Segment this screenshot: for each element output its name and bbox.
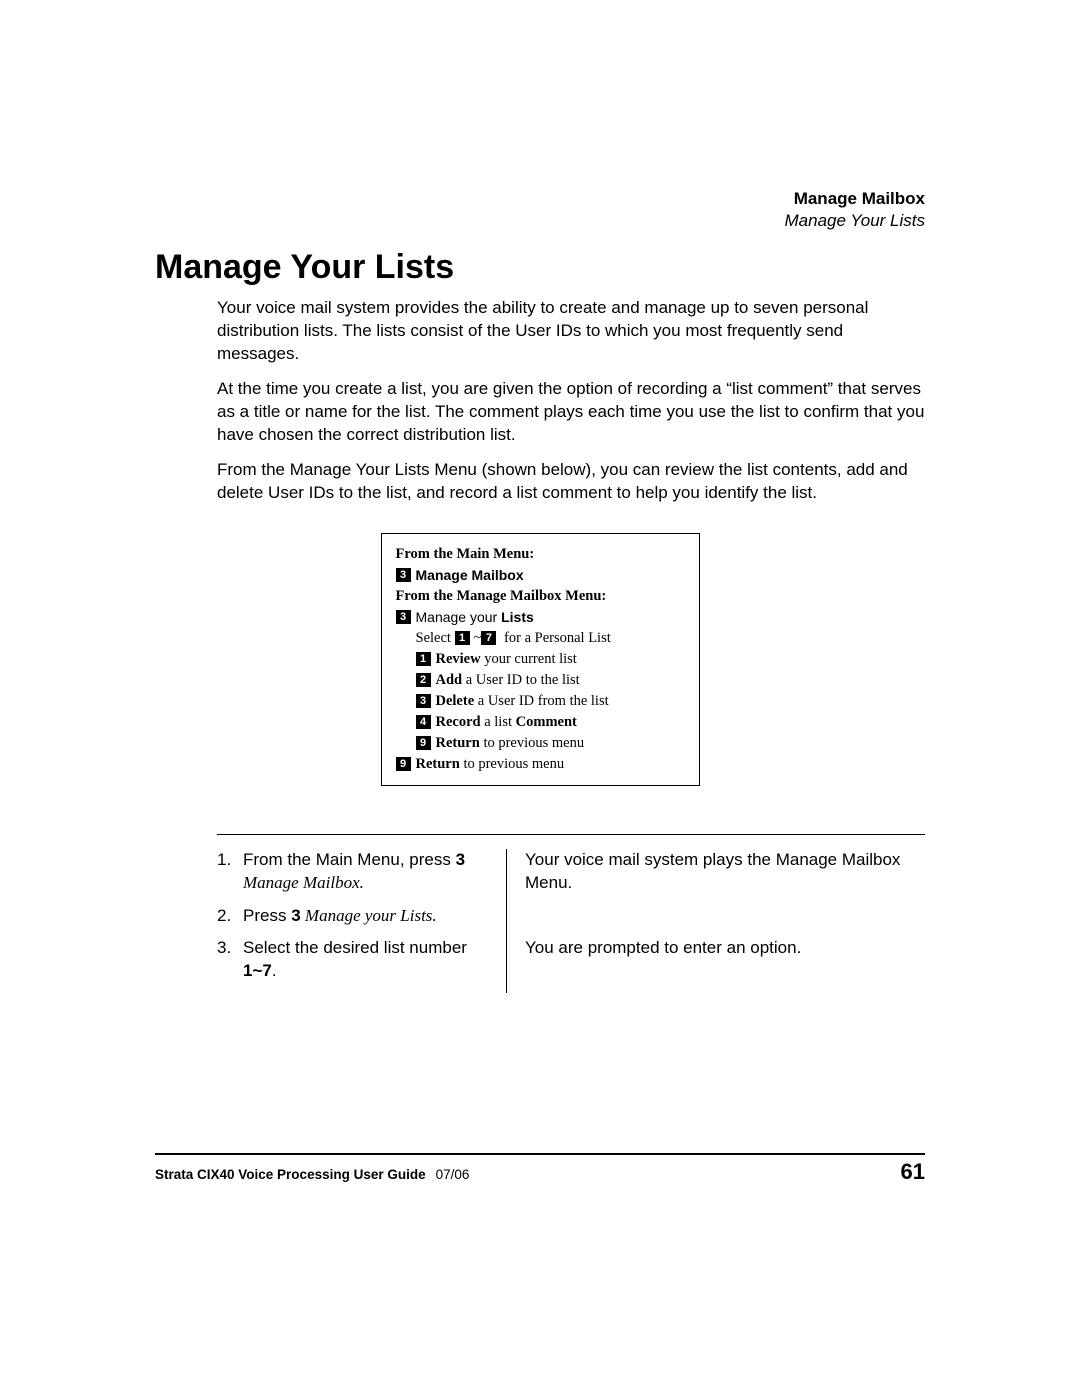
key-icon: 7 <box>481 631 496 645</box>
menu-subitem: 3 Delete a User ID from the list <box>416 691 685 712</box>
step-action: Select the desired list number 1~7. <box>243 937 507 993</box>
key-icon: 1 <box>416 652 431 666</box>
key-icon: 3 <box>396 610 411 624</box>
paragraph: From the Manage Your Lists Menu (shown b… <box>217 459 925 505</box>
footer-guide-title: Strata CIX40 Voice Processing User Guide… <box>155 1167 469 1182</box>
key-icon: 9 <box>396 757 411 771</box>
paragraph: Your voice mail system provides the abil… <box>217 297 925 366</box>
menu-subitem: 1 Review your current list <box>416 649 685 670</box>
key-icon: 3 <box>396 568 411 582</box>
page-header: Manage Mailbox Manage Your Lists <box>785 188 926 232</box>
step-result: You are prompted to enter an option. <box>507 937 925 993</box>
menu-subitem-label: Review your current list <box>436 649 685 670</box>
menu-subitem-label: Return to previous menu <box>436 733 685 754</box>
key-icon: 4 <box>416 715 431 729</box>
steps-table: 1. From the Main Menu, press 3 Manage Ma… <box>217 849 925 994</box>
divider <box>217 834 925 835</box>
menu-heading: From the Main Menu: <box>396 544 685 565</box>
page-number: 61 <box>901 1159 925 1185</box>
menu-subitem-label: Add a User ID to the list <box>436 670 685 691</box>
menu-heading: From the Manage Mailbox Menu: <box>396 586 685 607</box>
menu-item: 3 Manage your Lists <box>396 607 685 628</box>
menu-item: 9 Return to previous menu <box>396 754 685 775</box>
step-result: Your voice mail system plays the Manage … <box>507 849 925 905</box>
step-number: 3. <box>217 937 243 993</box>
key-icon: 1 <box>455 631 470 645</box>
menu-subitem: 2 Add a User ID to the list <box>416 670 685 691</box>
step-action: From the Main Menu, press 3 Manage Mailb… <box>243 849 507 905</box>
key-icon: 2 <box>416 673 431 687</box>
menu-item-label: Return to previous menu <box>416 754 685 775</box>
page-footer: Strata CIX40 Voice Processing User Guide… <box>155 1159 925 1185</box>
header-subsection: Manage Your Lists <box>785 210 926 232</box>
menu-item-label: Manage your Lists <box>416 607 685 627</box>
menu-item-label: Manage Mailbox <box>416 565 685 585</box>
menu-subitem-label: Record a list Comment <box>436 712 685 733</box>
step-number: 1. <box>217 849 243 905</box>
footer-divider <box>155 1153 925 1155</box>
step-action: Press 3 Manage your Lists. <box>243 905 507 938</box>
menu-reference-box: From the Main Menu: 3 Manage Mailbox Fro… <box>381 533 700 786</box>
menu-subitem: 4 Record a list Comment <box>416 712 685 733</box>
key-icon: 3 <box>416 694 431 708</box>
header-section: Manage Mailbox <box>785 188 926 210</box>
step-row: 2. Press 3 Manage your Lists. <box>217 905 925 938</box>
step-row: 1. From the Main Menu, press 3 Manage Ma… <box>217 849 925 905</box>
menu-select-line: Select 1~7 for a Personal List <box>416 628 685 649</box>
body-text: Your voice mail system provides the abil… <box>217 297 925 505</box>
menu-item: 3 Manage Mailbox <box>396 565 685 586</box>
menu-subitem: 9 Return to previous menu <box>416 733 685 754</box>
step-result <box>507 905 925 938</box>
step-row: 3. Select the desired list number 1~7. Y… <box>217 937 925 993</box>
document-page: Manage Mailbox Manage Your Lists Manage … <box>0 0 1080 1397</box>
menu-subitem-label: Delete a User ID from the list <box>436 691 685 712</box>
key-icon: 9 <box>416 736 431 750</box>
step-number: 2. <box>217 905 243 938</box>
page-title: Manage Your Lists <box>155 248 925 287</box>
paragraph: At the time you create a list, you are g… <box>217 378 925 447</box>
